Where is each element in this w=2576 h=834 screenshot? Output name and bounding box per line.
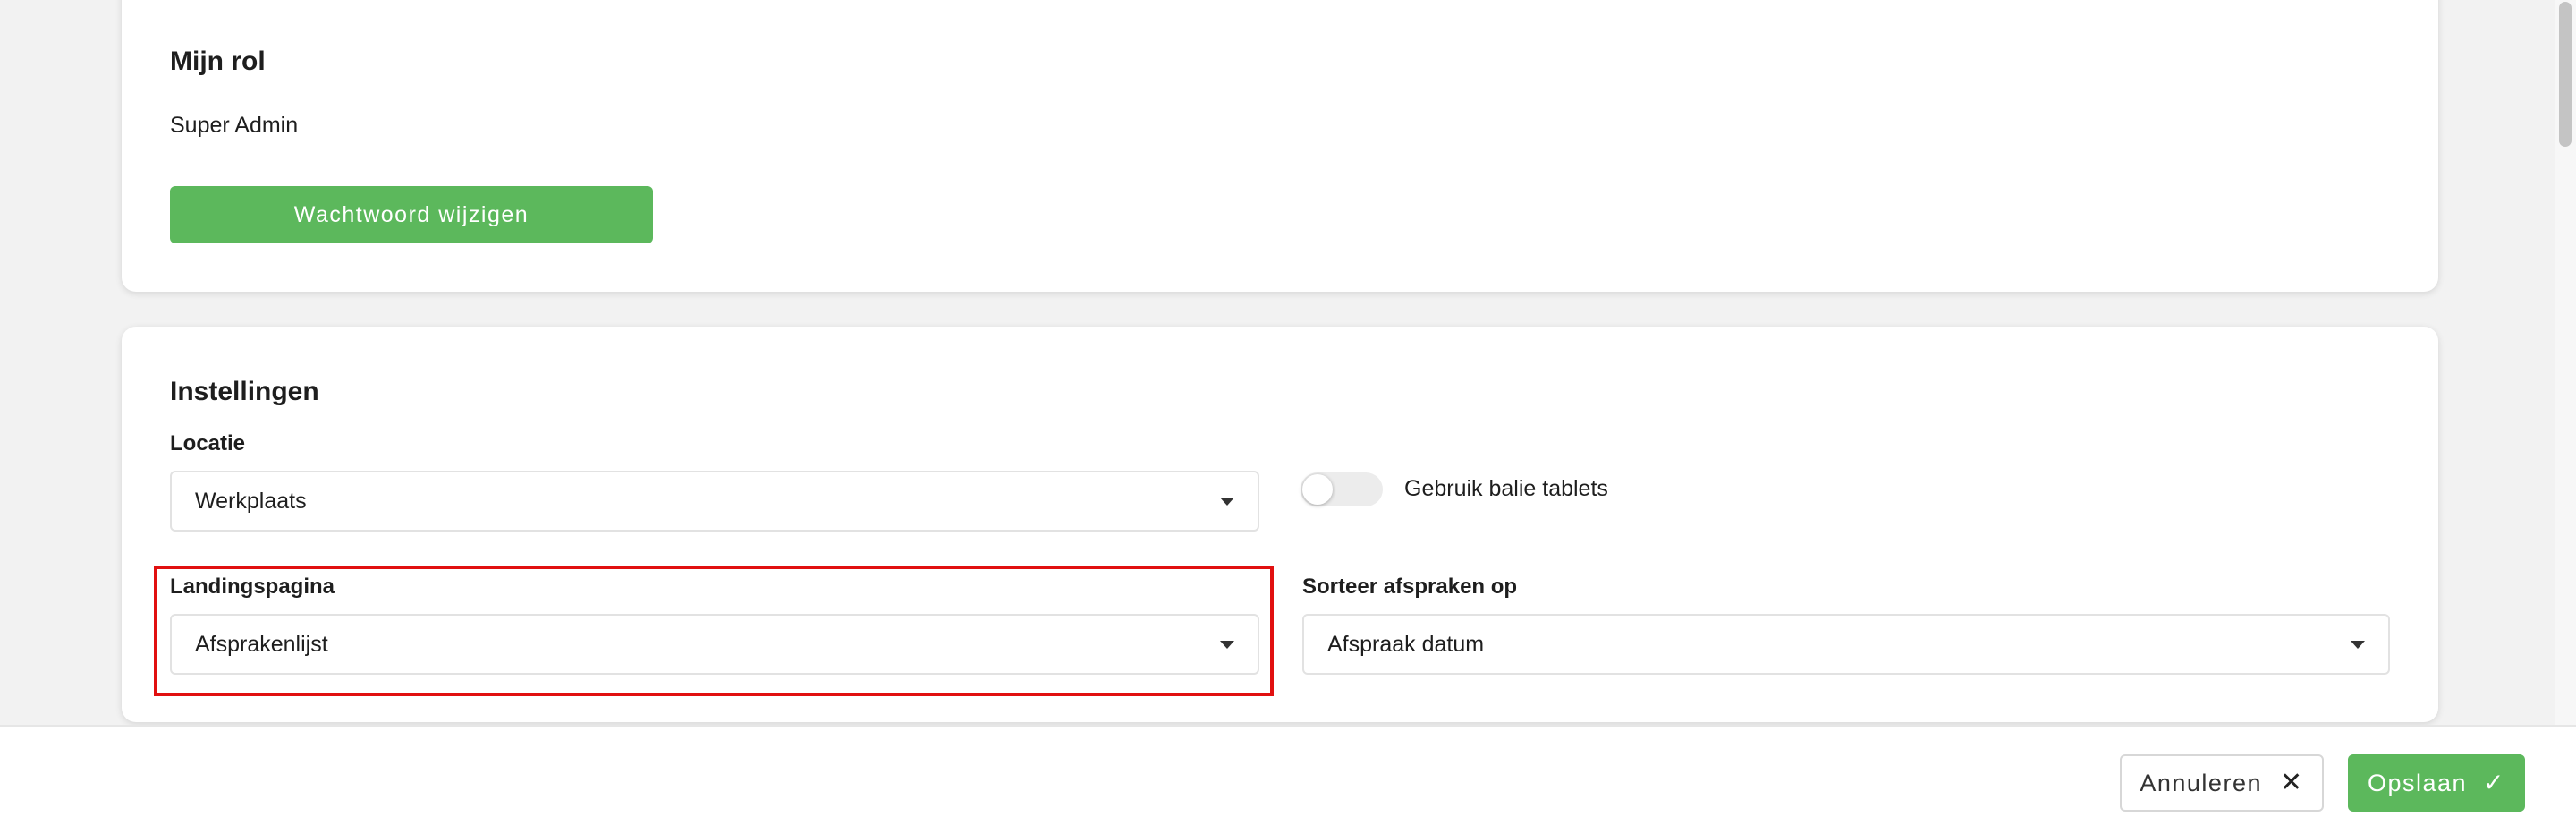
- location-select[interactable]: Werkplaats: [170, 471, 1259, 532]
- cancel-button[interactable]: Annuleren ✕: [2120, 754, 2324, 812]
- role-value: Super Admin: [170, 113, 299, 138]
- check-icon: ✓: [2483, 769, 2506, 796]
- footer-action-bar: Annuleren ✕ Opslaan ✓: [0, 725, 2576, 834]
- sort-appointments-select[interactable]: Afspraak datum: [1302, 614, 2390, 675]
- close-icon: ✕: [2279, 768, 2304, 797]
- scrollbar-thumb[interactable]: [2559, 2, 2572, 147]
- caret-down-icon: [2351, 641, 2365, 649]
- location-label: Locatie: [170, 431, 246, 455]
- location-select-value: Werkplaats: [195, 488, 307, 514]
- toggle-knob: [1302, 474, 1333, 505]
- save-button-label: Opslaan: [2367, 769, 2468, 796]
- role-heading: Mijn rol: [170, 47, 266, 76]
- sort-appointments-select-value: Afspraak datum: [1327, 631, 1485, 657]
- profile-card: Mijn rol Super Admin Wachtwoord wijzigen: [122, 0, 2438, 292]
- sort-appointments-label: Sorteer afspraken op: [1302, 574, 1518, 599]
- counter-tablets-label: Gebruik balie tablets: [1404, 476, 1608, 501]
- cancel-button-label: Annuleren: [2140, 769, 2262, 796]
- caret-down-icon: [1220, 498, 1234, 506]
- settings-heading: Instellingen: [170, 377, 319, 406]
- counter-tablets-toggle[interactable]: [1301, 472, 1383, 506]
- change-password-button[interactable]: Wachtwoord wijzigen: [170, 186, 653, 243]
- save-button[interactable]: Opslaan ✓: [2348, 754, 2525, 812]
- landing-page-highlight: [154, 566, 1274, 696]
- vertical-scrollbar[interactable]: [2555, 0, 2576, 725]
